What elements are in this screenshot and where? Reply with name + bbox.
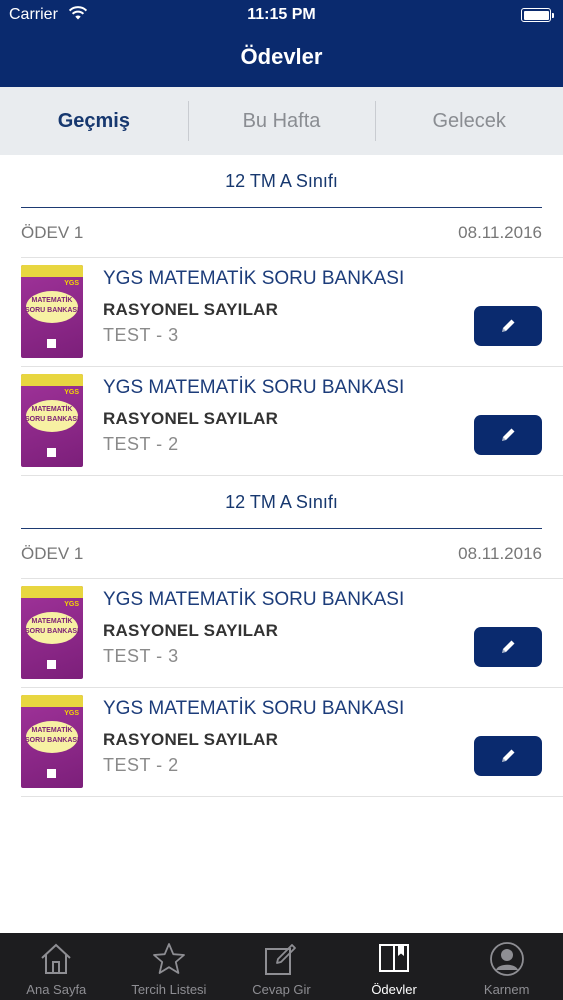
edit-note-icon bbox=[265, 944, 297, 975]
homework-header: ÖDEV 1 08.11.2016 bbox=[21, 208, 563, 258]
topic-label: RASYONEL SAYILAR bbox=[103, 621, 279, 640]
tab-gecmis[interactable]: Geçmiş bbox=[0, 87, 188, 155]
book-title: YGS MATEMATİK SORU BANKASI bbox=[103, 589, 405, 610]
home-icon bbox=[41, 943, 71, 974]
tabbar-item-tercih-listesi[interactable]: Tercih Listesi bbox=[113, 933, 226, 1000]
person-icon bbox=[489, 942, 524, 976]
status-time: 11:15 PM bbox=[247, 6, 316, 23]
status-bar: Carrier 11:15 PM bbox=[0, 0, 563, 30]
list-item[interactable]: YGS MATEMATİK SORU BANKASI YGS MATEMATİK S… bbox=[21, 258, 563, 367]
edit-button[interactable] bbox=[474, 306, 542, 346]
pencil-icon bbox=[502, 640, 515, 653]
page-title: Ödevler bbox=[240, 44, 323, 69]
homework-title: ÖDEV 1 bbox=[21, 543, 84, 563]
homework-list: 12 TM A Sınıfı ÖDEV 1 08.11.2016 YGS MATE… bbox=[0, 155, 563, 797]
tab-bu-hafta[interactable]: Bu Hafta bbox=[187, 87, 376, 155]
list-item[interactable]: YGS MATEMATİK SORU BANKASI YGS MATEMATİK S… bbox=[21, 579, 563, 688]
edit-button[interactable] bbox=[474, 415, 542, 455]
tab-label: Ödevler bbox=[371, 982, 417, 997]
class-header: 12 TM A Sınıfı bbox=[21, 476, 542, 529]
book-title: YGS MATEMATİK SORU BANKASI bbox=[103, 377, 405, 398]
book-cover-image: YGS MATEMATİK SORU BANKASI bbox=[21, 586, 83, 679]
topic-label: RASYONEL SAYILAR bbox=[103, 409, 279, 428]
test-label: TEST - 3 bbox=[103, 325, 179, 345]
homework-date: 08.11.2016 bbox=[458, 543, 542, 563]
list-item[interactable]: YGS MATEMATİK SORU BANKASI YGS MATEMATİK S… bbox=[21, 688, 563, 797]
tabbar-item-ana-sayfa[interactable]: Ana Sayfa bbox=[0, 933, 113, 1000]
book-icon bbox=[379, 944, 410, 972]
edit-button[interactable] bbox=[474, 736, 542, 776]
topic-label: RASYONEL SAYILAR bbox=[103, 300, 279, 319]
edit-button[interactable] bbox=[474, 627, 542, 667]
test-label: TEST - 2 bbox=[103, 434, 179, 454]
battery-icon bbox=[521, 8, 554, 22]
homework-header: ÖDEV 1 08.11.2016 bbox=[21, 529, 563, 579]
pencil-icon bbox=[502, 749, 515, 762]
tab-gelecek[interactable]: Gelecek bbox=[375, 87, 563, 155]
pencil-icon bbox=[502, 319, 515, 332]
book-cover-image: YGS MATEMATİK SORU BANKASI bbox=[21, 695, 83, 788]
tabbar-item-odevler[interactable]: Ödevler bbox=[338, 933, 451, 1000]
book-cover-image: YGS MATEMATİK SORU BANKASI bbox=[21, 374, 83, 467]
test-label: TEST - 2 bbox=[103, 755, 179, 775]
list-item[interactable]: YGS MATEMATİK SORU BANKASI YGS MATEMATİK S… bbox=[21, 367, 563, 476]
topic-label: RASYONEL SAYILAR bbox=[103, 730, 279, 749]
tabbar-item-karnem[interactable]: Karnem bbox=[450, 933, 563, 1000]
book-title: YGS MATEMATİK SORU BANKASI bbox=[103, 268, 405, 289]
book-cover-image: YGS MATEMATİK SORU BANKASI bbox=[21, 265, 83, 358]
tab-label: Ana Sayfa bbox=[26, 982, 87, 997]
tab-bar: Ana Sayfa Tercih Listesi Cevap Gir Ödevl… bbox=[0, 933, 563, 1000]
segmented-control: Geçmiş Bu Hafta Gelecek bbox=[0, 87, 563, 155]
homework-date: 08.11.2016 bbox=[458, 222, 542, 242]
tab-label: Tercih Listesi bbox=[131, 982, 207, 997]
pencil-icon bbox=[502, 428, 515, 441]
class-header: 12 TM A Sınıfı bbox=[21, 155, 542, 208]
tabbar-item-cevap-gir[interactable]: Cevap Gir bbox=[225, 933, 338, 1000]
test-label: TEST - 3 bbox=[103, 646, 179, 666]
book-title: YGS MATEMATİK SORU BANKASI bbox=[103, 698, 405, 719]
top-bar: Carrier 11:15 PM Ödevler bbox=[0, 0, 563, 87]
star-icon bbox=[152, 943, 185, 974]
tab-label: Karnem bbox=[483, 982, 530, 997]
homework-title: ÖDEV 1 bbox=[21, 222, 84, 242]
tab-label: Cevap Gir bbox=[252, 982, 311, 997]
